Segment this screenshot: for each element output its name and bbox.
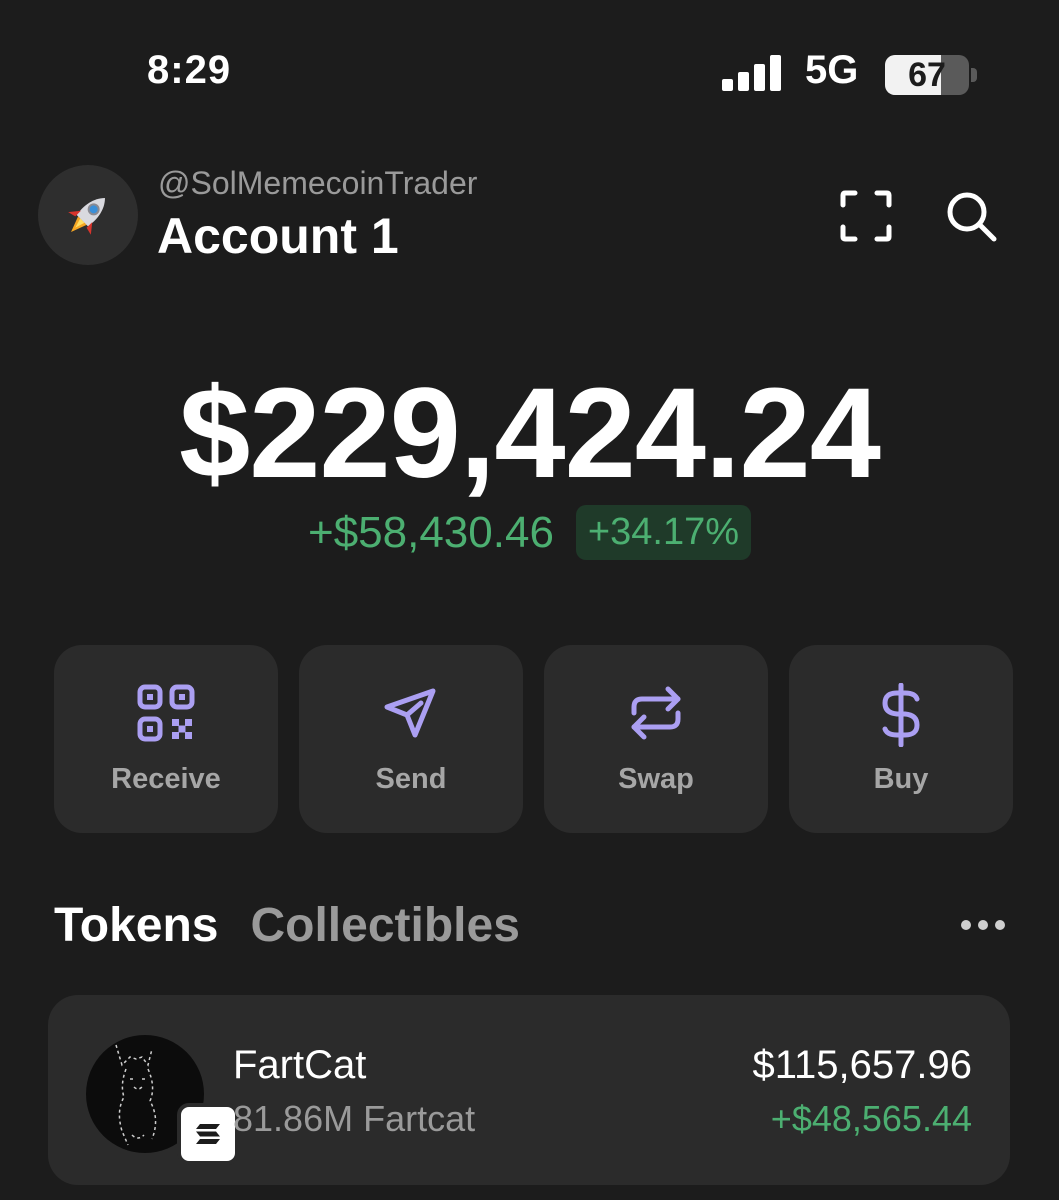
swap-button[interactable]: Swap (544, 645, 768, 833)
avatar[interactable] (38, 165, 138, 265)
tab-collectibles[interactable]: Collectibles (250, 898, 519, 953)
account-handle: @SolMemecoinTrader (158, 165, 478, 201)
battery-percent: 67 (908, 56, 946, 94)
token-change: +$48,565.44 (770, 1098, 972, 1139)
network-type: 5G (805, 48, 859, 92)
total-balance: $229,424.24 (179, 362, 881, 505)
tab-tokens[interactable]: Tokens (54, 898, 218, 953)
balance-change-amount: +$58,430.46 (308, 507, 554, 557)
balance-change-row: +$58,430.46 +34.17% (0, 505, 1059, 560)
token-row[interactable]: FartCat 81.86M Fartcat $115,657.96 +$48,… (48, 995, 1010, 1185)
swap-icon (631, 686, 681, 740)
receive-label: Receive (111, 763, 221, 795)
scan-icon (840, 190, 892, 242)
solana-icon (196, 1124, 220, 1144)
search-icon (947, 192, 997, 242)
send-label: Send (375, 763, 447, 795)
token-name: FartCat (233, 1043, 367, 1087)
asset-tabs: Tokens Collectibles (54, 898, 520, 953)
status-time: 8:29 (147, 48, 232, 92)
buy-button[interactable]: Buy (789, 645, 1013, 833)
dollar-icon (882, 683, 920, 747)
account-name[interactable]: Account 1 (157, 207, 399, 265)
balance-change-percent: +34.17% (575, 505, 751, 560)
send-button[interactable]: Send (299, 645, 523, 833)
search-button[interactable] (940, 185, 1002, 247)
battery-icon: 67 (885, 55, 979, 95)
status-bar: 8:29 5G 67 (0, 0, 1059, 140)
swap-label: Swap (618, 763, 694, 795)
send-icon (384, 688, 436, 738)
solana-chain-badge (177, 1103, 239, 1165)
signal-icon (722, 55, 781, 91)
scan-button[interactable] (835, 185, 897, 247)
token-value: $115,657.96 (752, 1043, 972, 1087)
token-amount: 81.86M Fartcat (233, 1098, 476, 1139)
rocket-icon (68, 198, 105, 235)
receive-button[interactable]: Receive (54, 645, 278, 833)
more-options-icon[interactable] (958, 905, 1008, 945)
qr-code-icon (137, 684, 195, 742)
buy-label: Buy (873, 763, 929, 795)
